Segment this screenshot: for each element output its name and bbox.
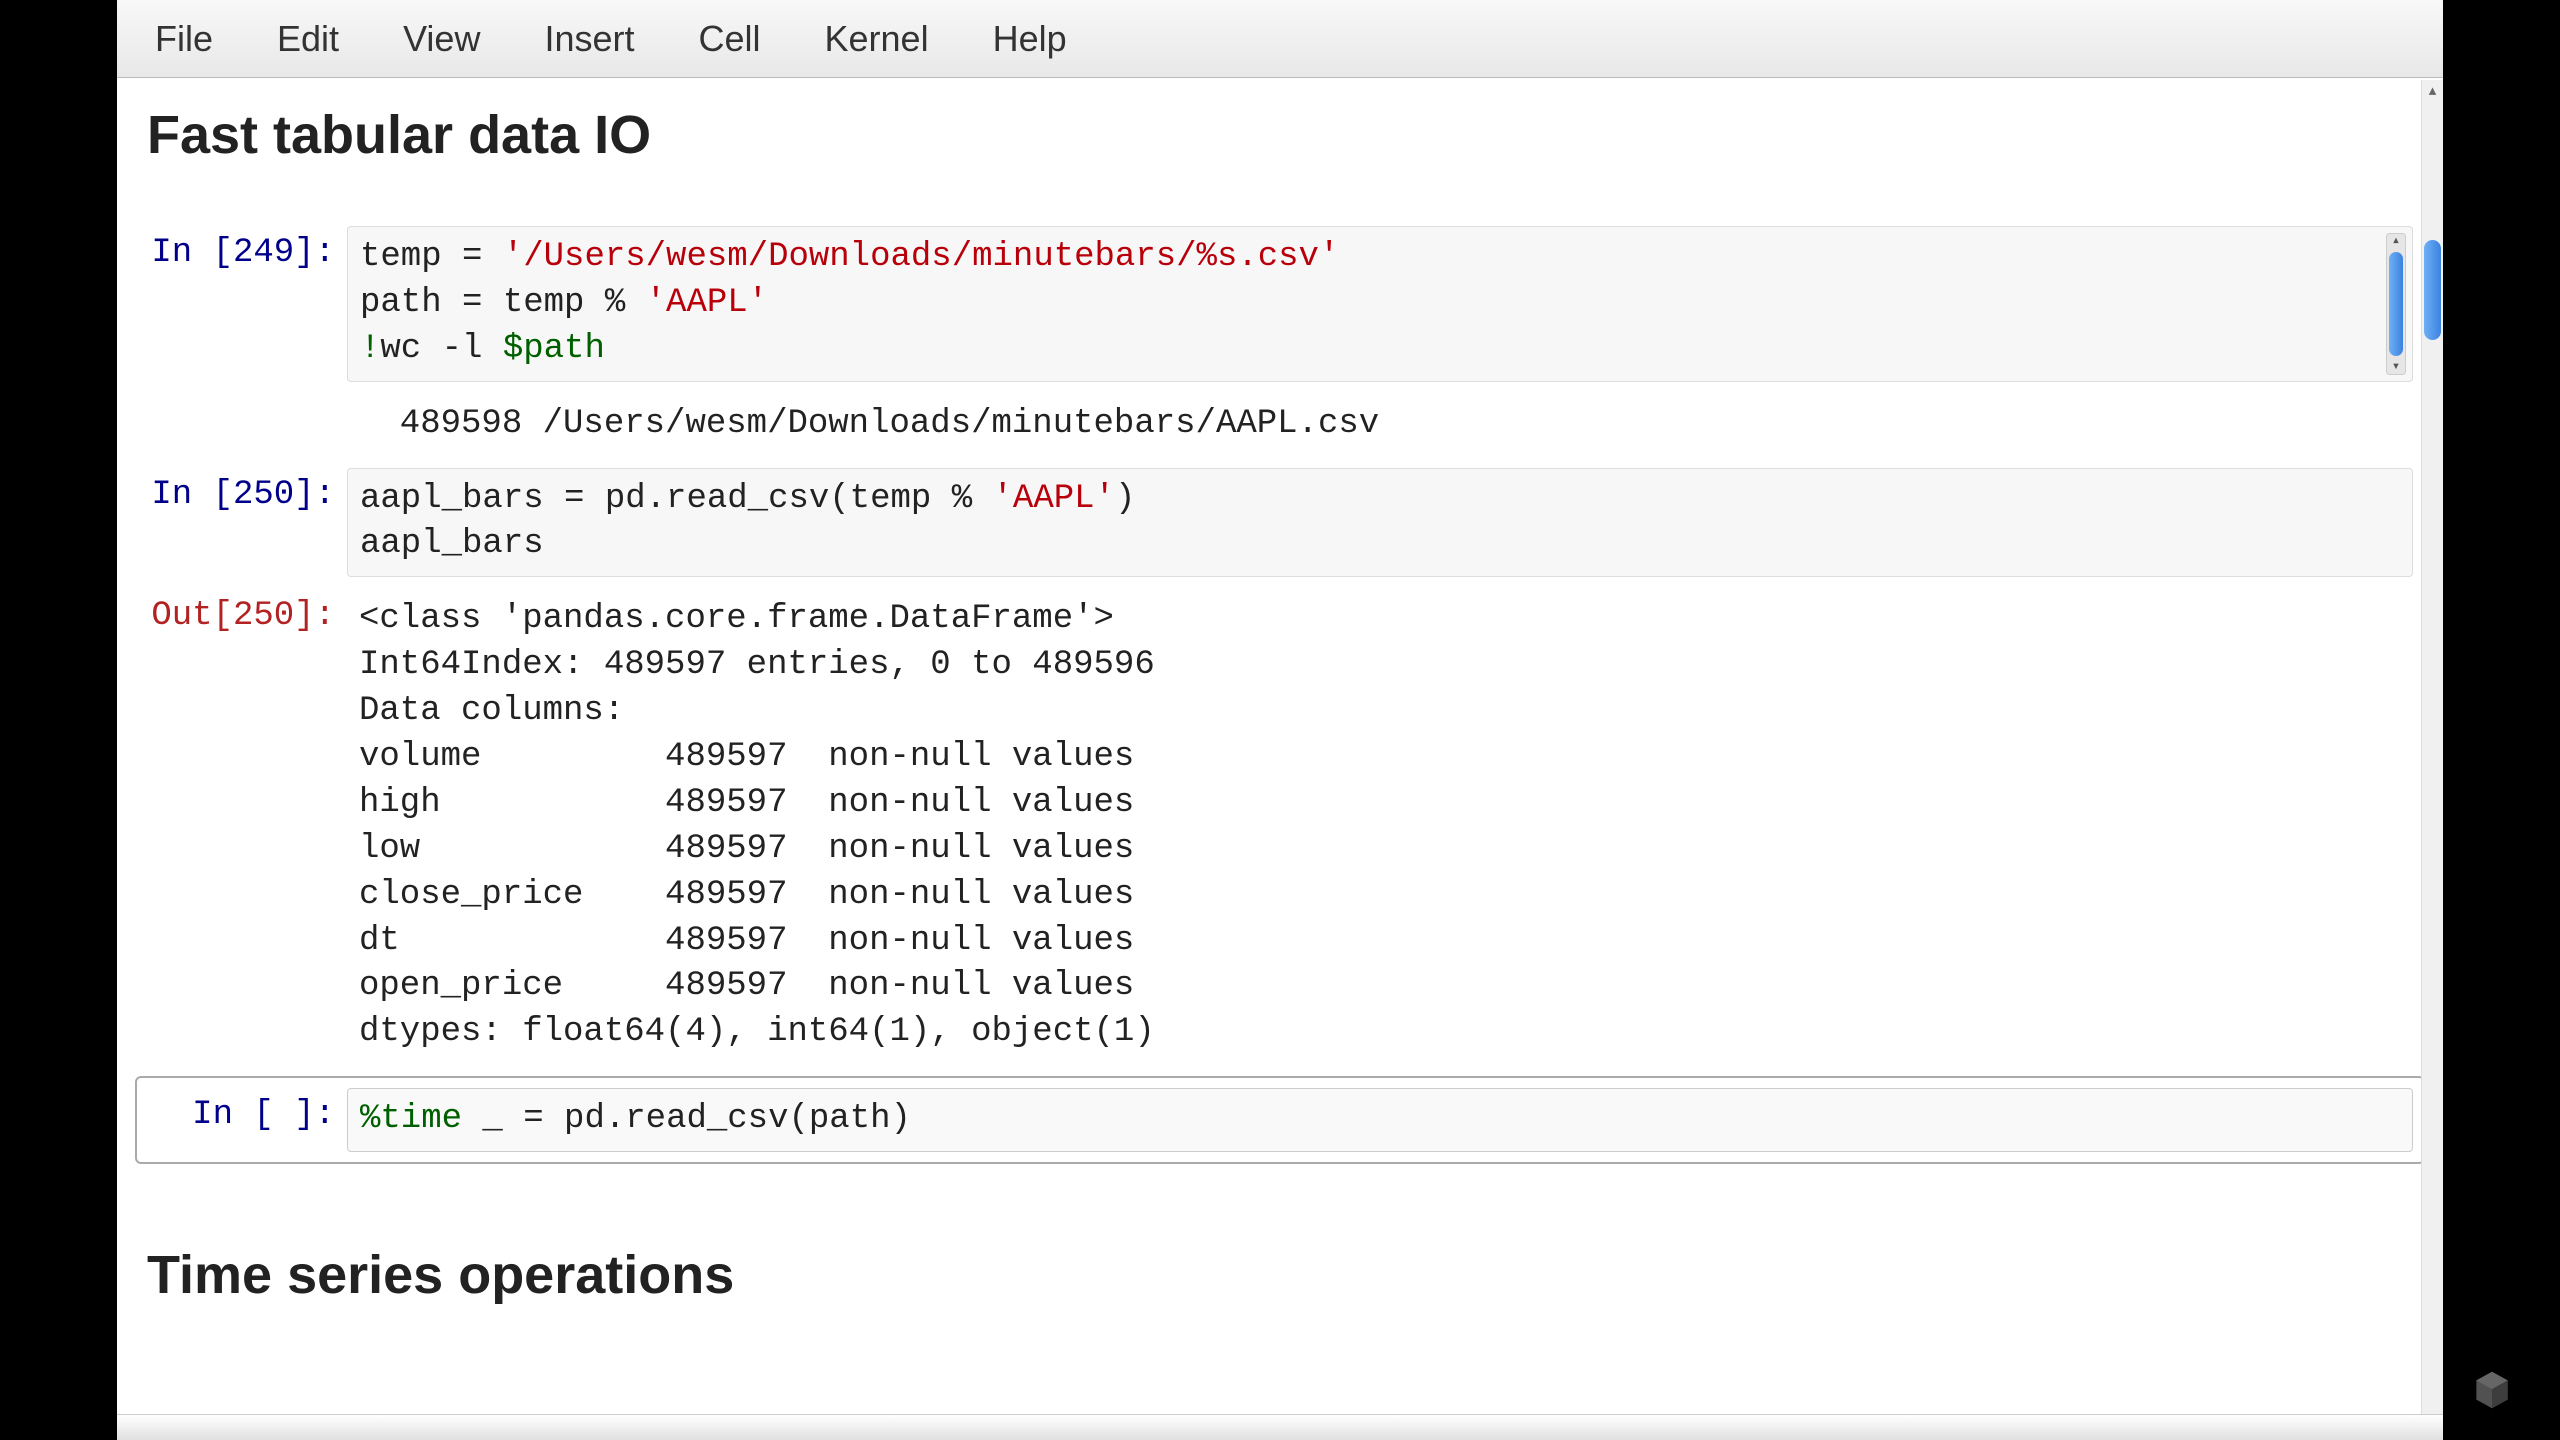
code-string: 'AAPL' xyxy=(993,480,1115,518)
menu-kernel[interactable]: Kernel xyxy=(817,14,937,64)
code-magic: %time xyxy=(360,1100,462,1138)
code-cell: In [249]: temp = '/Users/wesm/Downloads/… xyxy=(147,226,2413,382)
watermark-icon xyxy=(2474,1370,2510,1410)
menu-help[interactable]: Help xyxy=(985,14,1075,64)
code-string: '/Users/wesm/Downloads/minutebars/%s.csv… xyxy=(503,238,1340,276)
output-row: Out[250]: <class 'pandas.core.frame.Data… xyxy=(147,589,2413,1064)
menu-bar: File Edit View Insert Cell Kernel Help xyxy=(117,0,2443,78)
menu-view[interactable]: View xyxy=(395,14,488,64)
code-operator: % xyxy=(952,480,972,518)
heading-time-series: Time series operations xyxy=(147,1244,2413,1306)
menu-file[interactable]: File xyxy=(147,14,221,64)
code-text: path = temp xyxy=(360,284,605,322)
scroll-thumb[interactable] xyxy=(2389,252,2403,356)
code-bang: ! xyxy=(360,330,380,368)
code-operator: % xyxy=(605,284,625,322)
code-cell-selected[interactable]: In [ ]: %time _ = pd.read_csv(path) xyxy=(135,1076,2425,1164)
output-text: <class 'pandas.core.frame.DataFrame'> In… xyxy=(347,589,2413,1064)
output-text: 489598 /Users/wesm/Downloads/minutebars/… xyxy=(347,394,2413,456)
scroll-up-icon[interactable]: ▴ xyxy=(2422,80,2443,100)
code-cell: In [250]: aapl_bars = pd.read_csv(temp %… xyxy=(147,468,2413,578)
scroll-down-icon[interactable]: ▾ xyxy=(2392,360,2400,374)
scroll-thumb[interactable] xyxy=(2424,240,2441,340)
code-text: temp = xyxy=(360,238,503,276)
menu-edit[interactable]: Edit xyxy=(269,14,347,64)
output-row: 489598 /Users/wesm/Downloads/minutebars/… xyxy=(147,394,2413,456)
scroll-up-icon[interactable]: ▴ xyxy=(2392,234,2400,248)
notebook-content: Fast tabular data IO In [249]: temp = '/… xyxy=(117,78,2443,1366)
code-text: ) xyxy=(1115,480,1135,518)
notebook-container[interactable]: Fast tabular data IO In [249]: temp = '/… xyxy=(117,78,2443,1440)
jupyter-notebook-window: File Edit View Insert Cell Kernel Help F… xyxy=(117,0,2443,1440)
main-scrollbar[interactable]: ▴ ▾ xyxy=(2421,80,2443,1440)
code-shell-var: $path xyxy=(503,330,605,368)
code-input-area[interactable]: aapl_bars = pd.read_csv(temp % 'AAPL') a… xyxy=(347,468,2413,578)
code-string: 'AAPL' xyxy=(646,284,768,322)
code-text: _ = pd.read_csv(path) xyxy=(462,1100,911,1138)
code-space xyxy=(625,284,645,322)
code-text: aapl_bars = pd.read_csv(temp xyxy=(360,480,952,518)
code-text: wc -l xyxy=(380,330,502,368)
code-space xyxy=(972,480,992,518)
code-text: aapl_bars xyxy=(360,525,544,563)
output-prompt-empty xyxy=(147,394,347,402)
scroll-track[interactable] xyxy=(2422,100,2443,1420)
output-prompt: Out[250]: xyxy=(147,589,347,635)
input-prompt: In [ ]: xyxy=(147,1088,347,1134)
input-prompt: In [250]: xyxy=(147,468,347,514)
code-input-area[interactable]: temp = '/Users/wesm/Downloads/minutebars… xyxy=(347,226,2413,382)
code-input-area[interactable]: %time _ = pd.read_csv(path) xyxy=(347,1088,2413,1152)
input-prompt: In [249]: xyxy=(147,226,347,272)
cell-scrollbar[interactable]: ▴ ▾ xyxy=(2386,233,2406,375)
menu-cell[interactable]: Cell xyxy=(691,14,769,64)
menu-insert[interactable]: Insert xyxy=(536,14,642,64)
app-footer-strip xyxy=(117,1414,2443,1440)
heading-fast-tabular: Fast tabular data IO xyxy=(147,104,2413,166)
